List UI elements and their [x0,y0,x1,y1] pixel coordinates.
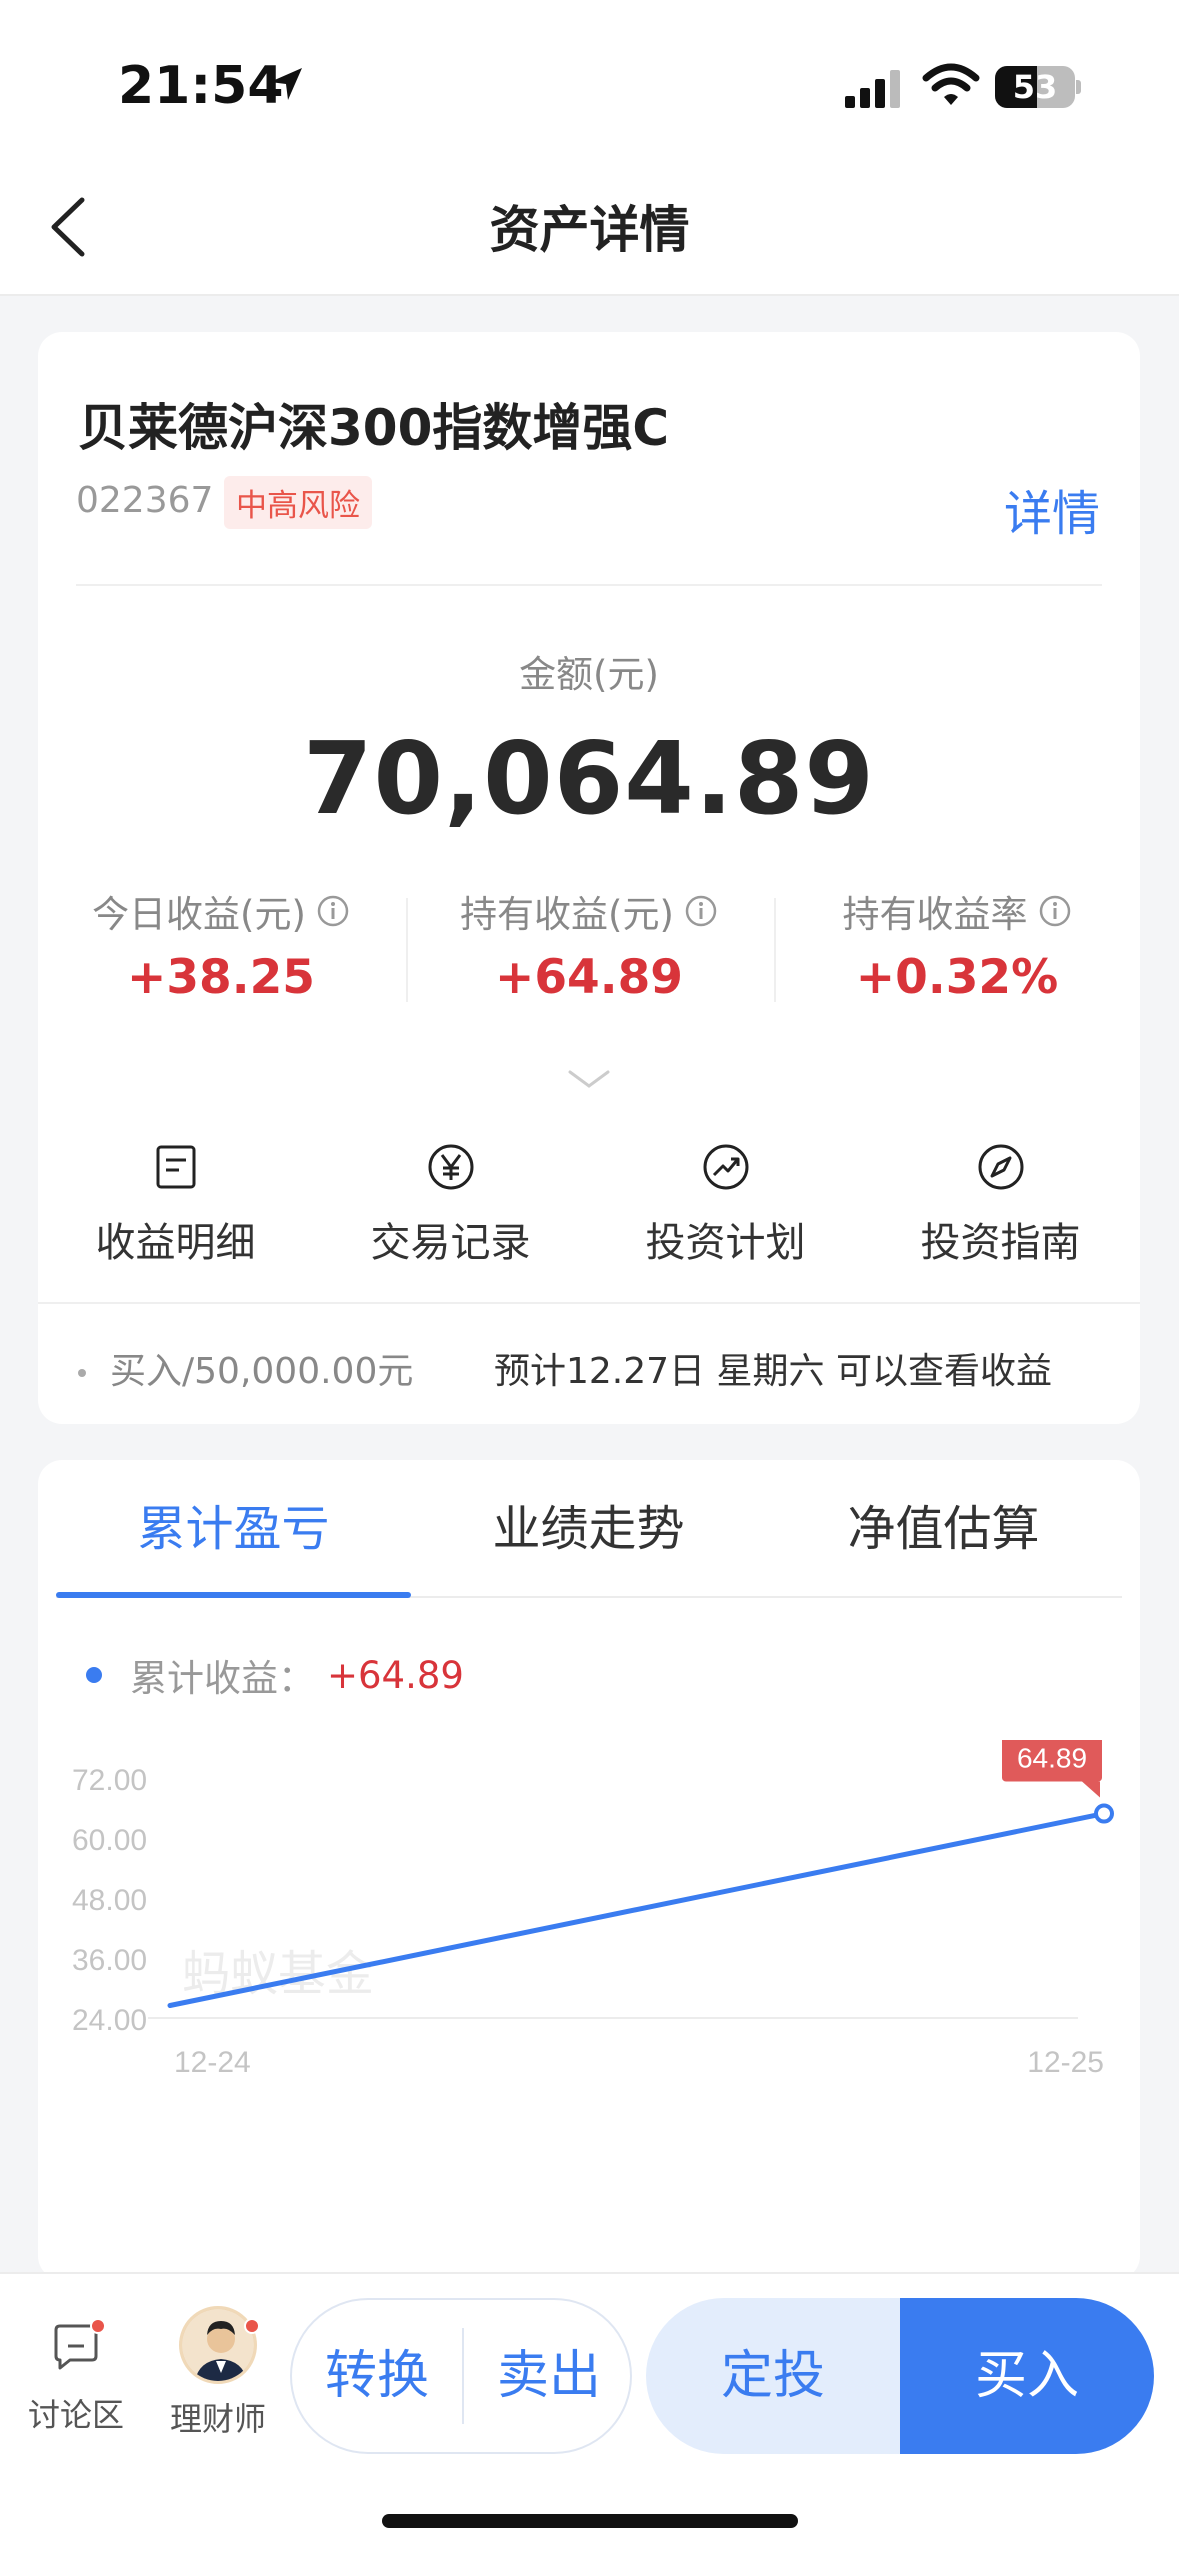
stat-value: +0.32% [855,950,1059,1005]
page-title: 资产详情 [489,201,690,259]
home-indicator[interactable] [382,2514,798,2528]
action-label: 投资指南 [920,1220,1081,1266]
action-label: 投资计划 [645,1220,806,1266]
action-label: 交易记录 [370,1220,531,1266]
status-bar: 21:54 53 [0,0,1179,150]
amount-value: 70,064.89 [302,720,876,837]
fund-detail-link[interactable]: 详情 [1004,474,1100,544]
notification-dot [244,2318,260,2334]
divider [38,1302,1140,1304]
y-tick-label: 60.00 [72,1824,147,1857]
action-label: 收益明细 [95,1220,256,1266]
y-tick-label: 36.00 [72,1944,147,1977]
action-trade-records[interactable]: 交易记录 [313,1142,588,1312]
cellular-signal-icon [845,70,900,108]
advisor-button[interactable]: 理财师 [148,2306,288,2440]
chevron-down-icon[interactable] [566,1068,612,1092]
chart-card: 累计盈亏 业绩走势 净值估算 累计收益： +64.89 72.00 60.00 48… [38,1460,1140,2280]
action-investment-plan[interactable]: 投资计划 [588,1142,863,1312]
invest-buy-group: 定投 买入 [646,2298,1154,2454]
divider [76,584,1102,586]
y-tick-label: 24.00 [72,2004,147,2037]
stat-today-earnings: 今日收益(元) +38.25 [38,884,404,1008]
notification-dot [90,2318,106,2334]
stat-holding-earnings: 持有收益(元) +64.89 [406,884,772,1008]
earnings-stats: 今日收益(元) +38.25 持有收益(元) +64.89 持有收益率 +0.3… [38,884,1140,1024]
stat-label: 持有收益(元) [460,893,674,936]
status-time: 21:54 [118,56,284,116]
wifi-icon [922,63,980,105]
forum-label: 讨论区 [27,2396,124,2434]
y-tick-label: 72.00 [72,1764,147,1797]
tab-cumulative-pnl[interactable]: 累计盈亏 [56,1460,411,1598]
yen-icon [428,1144,473,1190]
risk-badge: 中高风险 [224,476,372,529]
battery-indicator: 53 [995,66,1081,108]
location-arrow-icon [270,68,302,100]
tab-active-indicator [56,1592,411,1598]
stat-label: 今日收益(元) [92,893,306,936]
x-tick-label: 12-25 [1027,2046,1104,2079]
buy-order-amount: 买入/50,000.00元 [110,1351,414,1392]
action-earnings-detail[interactable]: 收益明细 [38,1142,313,1312]
cumulative-pnl-chart[interactable]: 72.00 60.00 48.00 36.00 24.00 12-24 12-25 蚂蚁基金 6… [38,1740,1140,2280]
stat-value: +64.89 [494,950,684,1005]
fund-code: 022367 [76,480,214,521]
trend-icon [703,1144,748,1190]
last-data-point [1094,1803,1114,1824]
advisor-label: 理财师 [169,2400,266,2438]
action-investment-guide[interactable]: 投资指南 [863,1142,1138,1312]
convert-sell-group: 转换 卖出 [290,2298,632,2454]
data-label: 64.89 [1017,1743,1087,1774]
tab-nav-estimate[interactable]: 净值估算 [766,1460,1121,1598]
advisor-avatar [179,2306,257,2384]
earnings-estimate-date: 预计12.27日 星期六 可以查看收益 [494,1351,1052,1392]
convert-button[interactable]: 转换 [292,2300,462,2452]
info-icon[interactable] [1038,894,1072,928]
legend-value: +64.89 [327,1653,464,1697]
info-icon[interactable] [684,894,718,928]
auto-invest-button[interactable]: 定投 [646,2298,900,2454]
stat-value: +38.25 [126,950,316,1005]
quick-actions: 收益明细 交易记录 投资计划 投资指南 [38,1142,1140,1312]
bullet-dot [78,1369,86,1377]
legend-dot [86,1667,102,1683]
info-icon[interactable] [316,894,350,928]
legend-label: 累计收益： [130,1657,315,1700]
y-tick-label: 48.00 [72,1884,147,1917]
amount-label: 金额(元) [519,653,659,696]
buy-button[interactable]: 买入 [900,2298,1154,2454]
tab-performance-trend[interactable]: 业绩走势 [411,1460,766,1598]
stat-holding-rate: 持有收益率 +0.32% [774,884,1140,1008]
nav-bar: 资产详情 [0,150,1179,296]
tooltip-pointer [1082,1781,1100,1798]
fund-name: 贝莱德沪深300指数增强C [78,399,670,457]
stat-label: 持有收益率 [842,893,1028,936]
chart-legend: 累计收益： +64.89 [86,1648,464,1702]
chart-watermark: 蚂蚁基金 [182,1946,374,2002]
fund-summary-card: 贝莱德沪深300指数增强C 022367 中高风险 详情 金额(元) 70,06… [38,332,1140,1424]
buy-order-note: 买入/50,000.00元 [78,1342,413,1394]
chart-tabs: 累计盈亏 业绩走势 净值估算 [56,1460,1122,1598]
document-icon [156,1145,195,1189]
x-tick-label: 12-24 [174,2046,251,2079]
sell-button[interactable]: 卖出 [464,2300,634,2452]
forum-button[interactable]: 讨论区 [6,2316,146,2436]
series-line [167,1811,1107,2008]
battery-level: 53 [1012,68,1058,106]
compass-icon [978,1144,1023,1190]
